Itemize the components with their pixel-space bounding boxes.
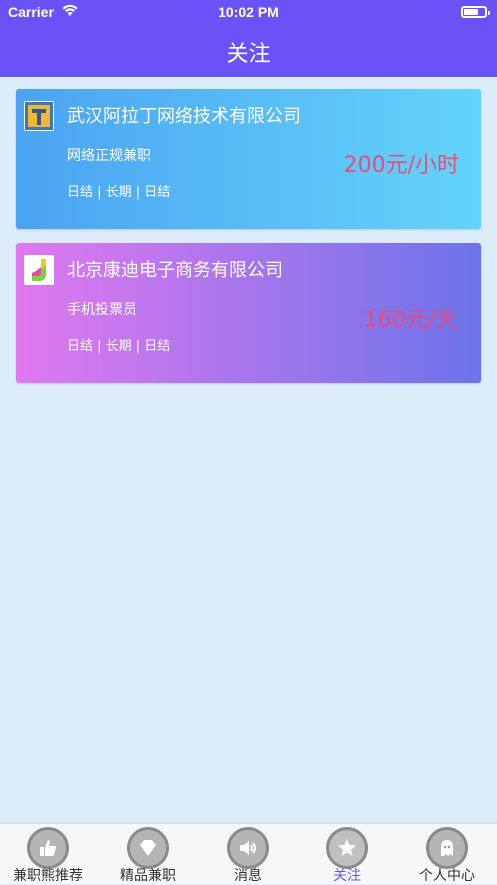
job-title: 网络正规兼职 xyxy=(67,148,151,164)
job-card[interactable]: 武汉阿拉丁网络技术有限公司 网络正规兼职 日结 | 长期 | 日结 200元/小… xyxy=(16,89,481,229)
diamond-icon xyxy=(127,827,169,869)
job-tags: 日结 | 长期 | 日结 xyxy=(67,339,171,354)
company-name: 北京康迪电子商务有限公司 xyxy=(67,260,283,281)
job-tags: 日结 | 长期 | 日结 xyxy=(67,185,171,200)
header-bar: Carrier 10:02 PM 关注 xyxy=(0,0,497,77)
job-card[interactable]: 北京康迪电子商务有限公司 手机投票员 日结 | 长期 | 日结 160元/天 xyxy=(16,243,481,383)
status-bar: Carrier 10:02 PM xyxy=(0,0,497,24)
tab-label: 个人中心 xyxy=(419,868,475,884)
tab-recommend[interactable]: 兼职熊推荐 xyxy=(8,824,88,884)
job-title: 手机投票员 xyxy=(67,302,137,318)
company-logo xyxy=(24,255,54,285)
pay-rate: 160元/天 xyxy=(363,308,457,333)
speaker-icon xyxy=(227,827,269,869)
tab-featured[interactable]: 精品兼职 xyxy=(108,824,188,884)
tab-label: 兼职熊推荐 xyxy=(13,868,83,884)
company-name: 武汉阿拉丁网络技术有限公司 xyxy=(67,106,301,127)
tab-follow[interactable]: 关注 xyxy=(307,824,387,884)
tab-profile[interactable]: 个人中心 xyxy=(407,824,487,884)
pay-rate: 200元/小时 xyxy=(343,153,459,178)
tab-label: 精品兼职 xyxy=(120,868,176,884)
page-title: 关注 xyxy=(226,42,271,67)
tab-label: 消息 xyxy=(234,868,262,884)
ghost-icon xyxy=(426,827,468,869)
thumbs-up-icon xyxy=(27,827,69,869)
clock: 10:02 PM xyxy=(218,4,279,20)
tab-bar: 兼职熊推荐 精品兼职 消息 关注 个人中心 xyxy=(0,823,497,884)
company-logo xyxy=(24,101,54,131)
tab-messages[interactable]: 消息 xyxy=(208,824,288,884)
tab-label: 关注 xyxy=(333,868,361,884)
battery-icon xyxy=(461,6,490,18)
star-icon xyxy=(326,827,368,869)
